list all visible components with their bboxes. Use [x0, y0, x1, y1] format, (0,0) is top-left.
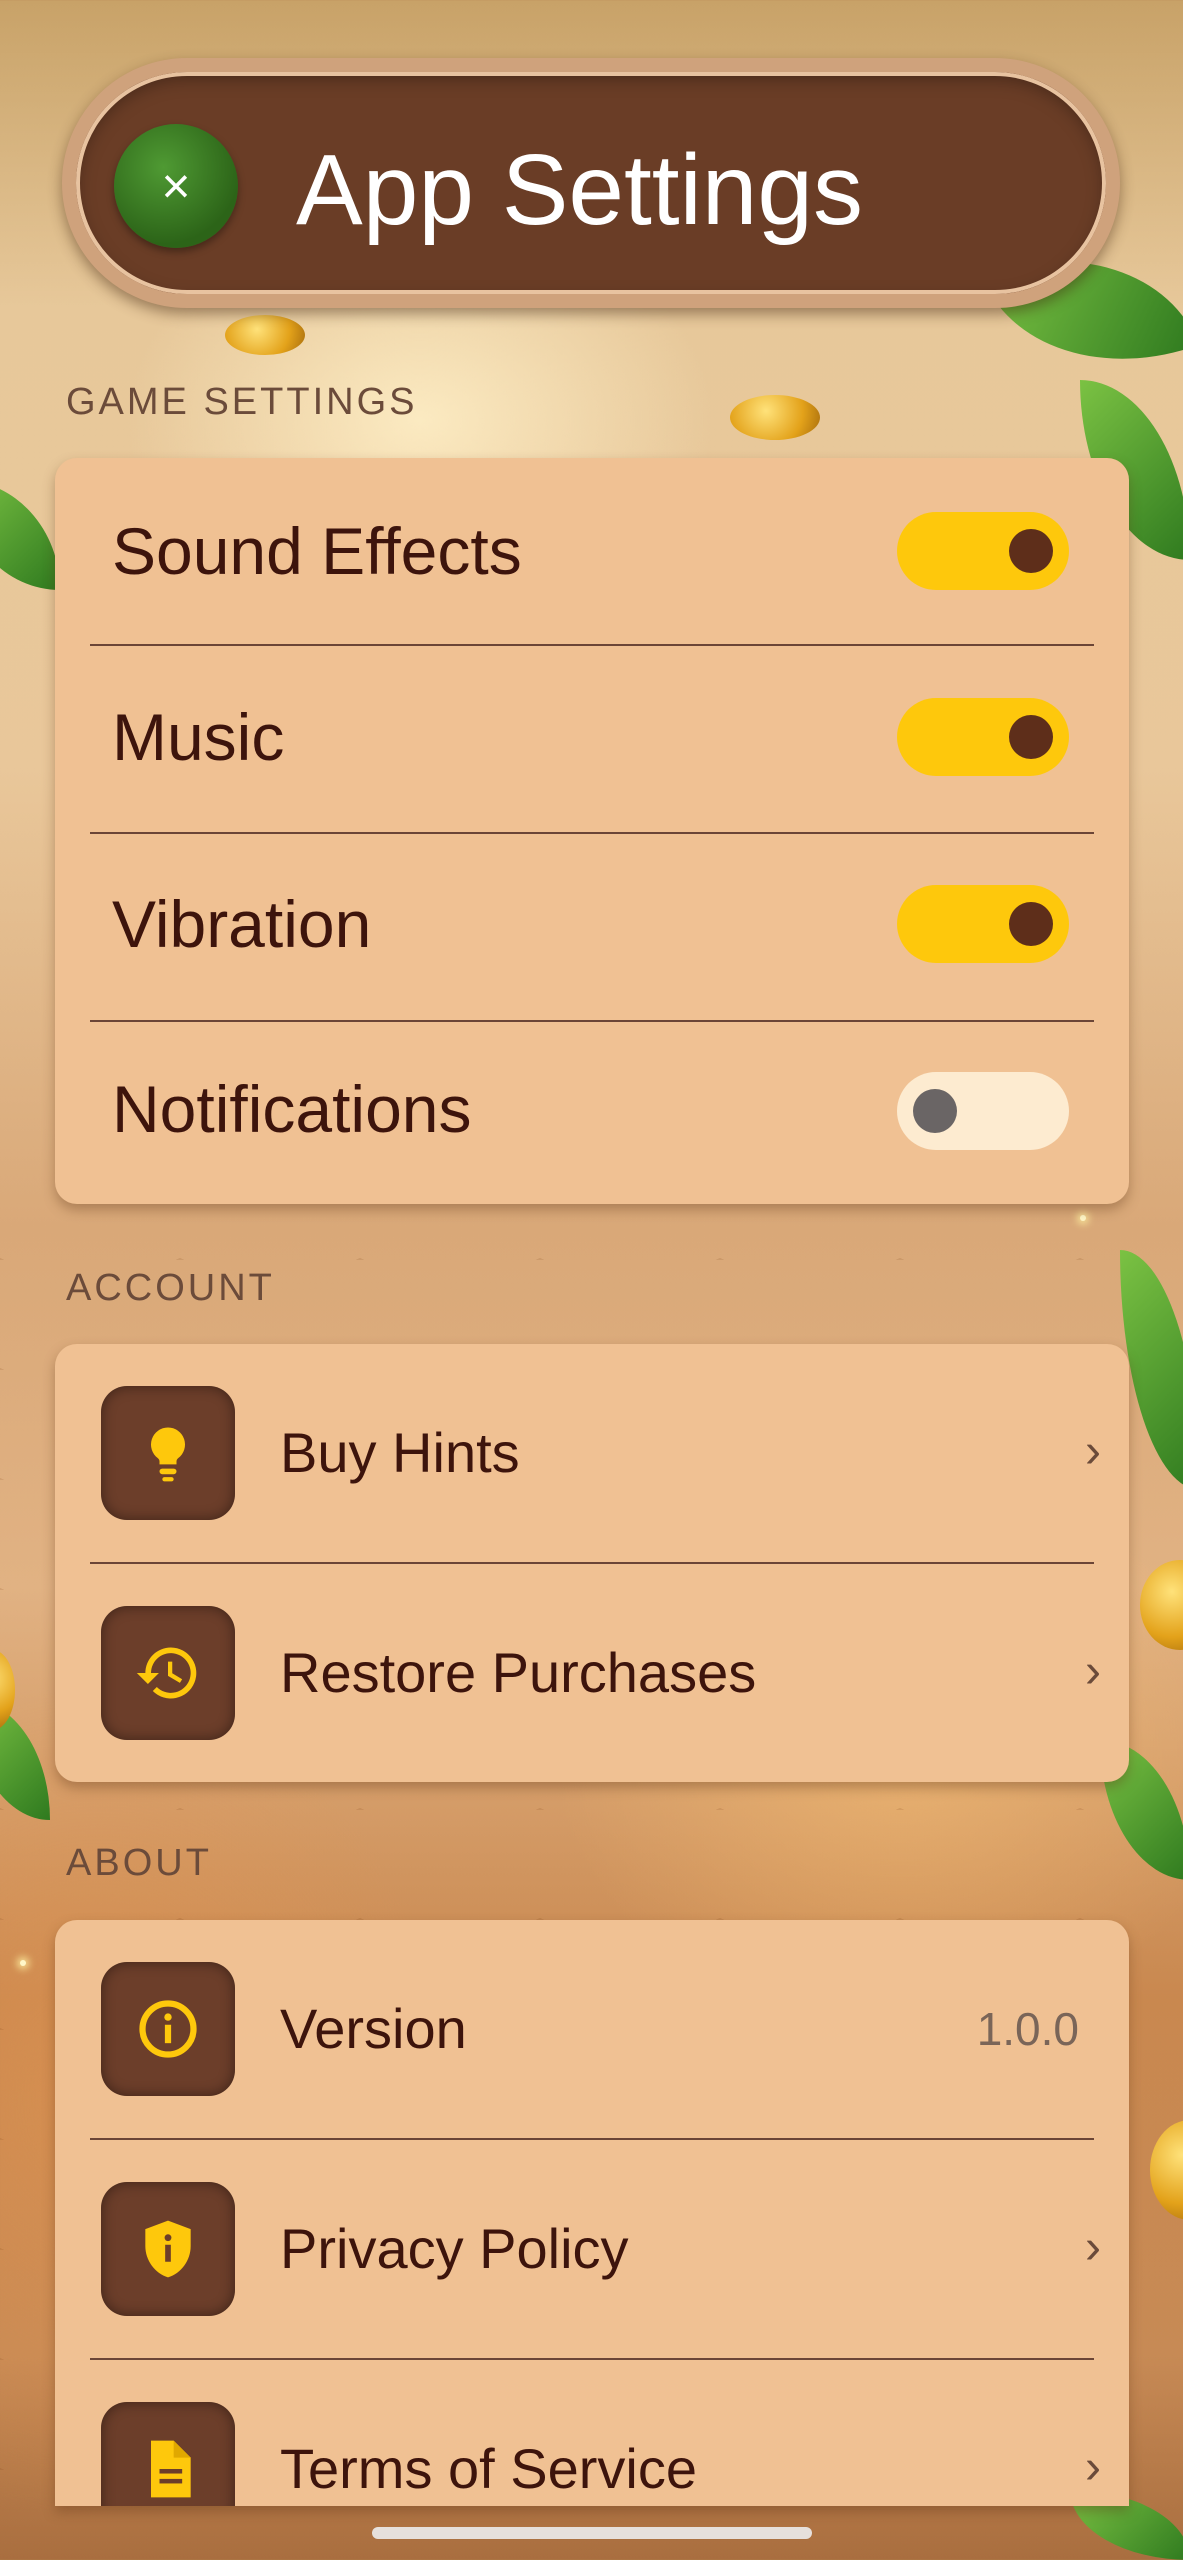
toggle-knob — [1009, 902, 1053, 946]
close-button[interactable]: × — [114, 124, 238, 248]
chevron-right-icon: › — [1085, 2221, 1101, 2274]
toggle-row-music[interactable]: Music — [55, 646, 1129, 832]
chevron-right-icon: › — [1085, 1425, 1101, 1478]
toggle-row-notifications[interactable]: Notifications — [55, 1022, 1129, 1204]
info-icon — [101, 1962, 235, 2096]
account-card: Buy Hints › Restore Purchases › — [55, 1344, 1129, 1782]
section-label-about: ABOUT — [66, 1842, 212, 1884]
vibration-toggle[interactable] — [897, 885, 1069, 963]
toggle-row-vibration[interactable]: Vibration — [55, 834, 1129, 1020]
coin-decoration — [730, 395, 820, 440]
toggle-row-sound-effects[interactable]: Sound Effects — [55, 458, 1129, 644]
chevron-right-icon: › — [1085, 1645, 1101, 1698]
sparkle — [20, 1960, 26, 1966]
game-settings-card: Sound Effects Music Vibration Notificati… — [55, 458, 1129, 1204]
home-indicator — [372, 2527, 812, 2539]
document-icon — [101, 2402, 235, 2506]
list-item-label: Privacy Policy — [280, 2217, 629, 2280]
leaf-decoration — [0, 480, 60, 590]
section-label-game-settings: GAME SETTINGS — [66, 381, 418, 423]
toggle-label: Notifications — [112, 1072, 472, 1146]
toggle-knob — [1009, 529, 1053, 573]
about-card: Version 1.0.0 Privacy Policy › Terms of … — [55, 1920, 1129, 2506]
restore-icon — [101, 1606, 235, 1740]
toggle-knob — [913, 1089, 957, 1133]
lightbulb-icon — [101, 1386, 235, 1520]
list-item-restore-purchases[interactable]: Restore Purchases › — [55, 1564, 1129, 1782]
section-label-account: ACCOUNT — [66, 1267, 275, 1309]
toggle-label: Music — [112, 700, 285, 774]
list-item-terms-of-service[interactable]: Terms of Service › — [55, 2360, 1129, 2506]
list-item-label: Terms of Service — [280, 2437, 697, 2500]
coin-decoration — [225, 315, 305, 355]
close-icon: × — [161, 158, 191, 214]
sparkle — [1080, 1215, 1086, 1221]
list-item-label: Buy Hints — [280, 1421, 520, 1484]
chevron-right-icon: › — [1085, 2441, 1101, 2494]
list-item-privacy-policy[interactable]: Privacy Policy › — [55, 2140, 1129, 2358]
list-item-label: Version — [280, 1997, 467, 2060]
page-title: App Settings — [296, 134, 864, 246]
toggle-knob — [1009, 715, 1053, 759]
list-item-version: Version 1.0.0 — [55, 1920, 1129, 2138]
toggle-label: Sound Effects — [112, 514, 522, 588]
sound-effects-toggle[interactable] — [897, 512, 1069, 590]
toggle-label: Vibration — [112, 887, 372, 961]
version-value: 1.0.0 — [976, 2003, 1079, 2055]
header-bar: × App Settings — [62, 58, 1120, 308]
notifications-toggle[interactable] — [897, 1072, 1069, 1150]
list-item-buy-hints[interactable]: Buy Hints › — [55, 1344, 1129, 1562]
list-item-label: Restore Purchases — [280, 1641, 757, 1704]
music-toggle[interactable] — [897, 698, 1069, 776]
shield-icon — [101, 2182, 235, 2316]
